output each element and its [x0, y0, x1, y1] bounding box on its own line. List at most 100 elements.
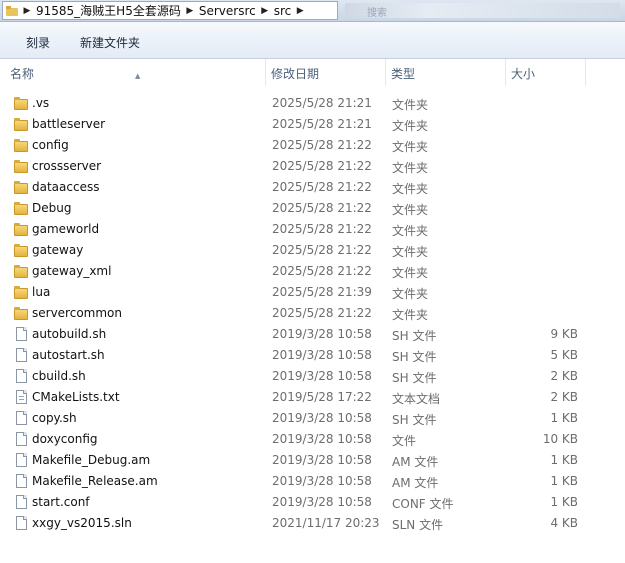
file-type: SH 文件 — [392, 413, 437, 427]
address-bar: ▶ 91585_海贼王H5全套源码 ▶ Serversrc ▶ src ▶ 搜索 — [0, 0, 625, 22]
file-date: 2019/3/28 10:58 — [272, 495, 372, 509]
file-name: start.conf — [32, 495, 90, 509]
file-name: Makefile_Debug.am — [32, 453, 151, 467]
file-name: copy.sh — [32, 411, 77, 425]
folder-icon — [14, 263, 30, 279]
file-list: .vs 2025/5/28 21:21 文件夹 battleserver 2025/5/… — [0, 93, 625, 534]
file-type: AM 文件 — [392, 455, 439, 469]
file-type: SH 文件 — [392, 329, 437, 343]
file-row[interactable]: autobuild.sh 2019/3/28 10:58 SH 文件 9 KB — [0, 324, 625, 345]
chevron-right-icon[interactable]: ▶ — [183, 6, 197, 16]
file-size: 2 KB — [550, 369, 578, 383]
folder-icon — [14, 284, 30, 300]
file-date: 2025/5/28 21:21 — [272, 117, 372, 131]
file-row[interactable]: gameworld 2025/5/28 21:22 文件夹 — [0, 219, 625, 240]
breadcrumb-item-serversrc[interactable]: Serversrc — [197, 4, 258, 18]
file-size: 1 KB — [550, 453, 578, 467]
column-header-size[interactable]: 大小 — [506, 59, 586, 86]
file-row[interactable]: servercommon 2025/5/28 21:22 文件夹 — [0, 303, 625, 324]
file-row[interactable]: crossserver 2025/5/28 21:22 文件夹 — [0, 156, 625, 177]
breadcrumb-item-root[interactable]: 91585_海贼王H5全套源码 — [34, 2, 183, 19]
file-row[interactable]: dataaccess 2025/5/28 21:22 文件夹 — [0, 177, 625, 198]
file-size: 10 KB — [542, 432, 578, 446]
file-row[interactable]: autostart.sh 2019/3/28 10:58 SH 文件 5 KB — [0, 345, 625, 366]
file-row[interactable]: doxyconfig 2019/3/28 10:58 文件 10 KB — [0, 429, 625, 450]
breadcrumb-item-src[interactable]: src — [272, 4, 294, 18]
file-row[interactable]: lua 2025/5/28 21:39 文件夹 — [0, 282, 625, 303]
file-size: 2 KB — [550, 390, 578, 404]
burn-button[interactable]: 刻录 — [22, 32, 54, 53]
breadcrumb[interactable]: ▶ 91585_海贼王H5全套源码 ▶ Serversrc ▶ src ▶ — [2, 1, 338, 20]
file-date: 2019/3/28 10:58 — [272, 453, 372, 467]
file-icon — [14, 410, 30, 426]
file-row[interactable]: CMakeLists.txt 2019/5/28 17:22 文本文档 2 KB — [0, 387, 625, 408]
file-name: gameworld — [32, 222, 100, 236]
column-header-name[interactable]: 名称 ▲ — [5, 59, 266, 86]
folder-icon — [14, 137, 30, 153]
column-header-type[interactable]: 类型 — [386, 59, 506, 86]
new-folder-button[interactable]: 新建文件夹 — [76, 32, 144, 53]
file-row[interactable]: Debug 2025/5/28 21:22 文件夹 — [0, 198, 625, 219]
file-size: 5 KB — [550, 348, 578, 362]
file-date: 2019/3/28 10:58 — [272, 411, 372, 425]
search-box[interactable]: 搜索 — [345, 3, 620, 19]
file-type: 文件夹 — [392, 140, 429, 154]
folder-icon — [14, 305, 30, 321]
file-type: AM 文件 — [392, 476, 439, 490]
file-date: 2019/5/28 17:22 — [272, 390, 372, 404]
file-row[interactable]: cbuild.sh 2019/3/28 10:58 SH 文件 2 KB — [0, 366, 625, 387]
file-date: 2025/5/28 21:21 — [272, 96, 372, 110]
chevron-right-icon[interactable]: ▶ — [20, 6, 34, 16]
file-type: 文件夹 — [392, 119, 429, 133]
file-name: Makefile_Release.am — [32, 474, 158, 488]
folder-icon — [14, 221, 30, 237]
file-date: 2019/3/28 10:58 — [272, 432, 372, 446]
file-name: battleserver — [32, 117, 106, 131]
file-date: 2019/3/28 10:58 — [272, 327, 372, 341]
folder-icon — [14, 158, 30, 174]
file-type: 文件夹 — [392, 224, 429, 238]
file-type: 文件夹 — [392, 266, 429, 280]
column-header-date[interactable]: 修改日期 — [266, 59, 386, 86]
file-name: doxyconfig — [32, 432, 98, 446]
column-headers: 名称 ▲ 修改日期 类型 大小 — [0, 59, 625, 86]
file-name: gateway_xml — [32, 264, 112, 278]
file-icon — [14, 326, 30, 342]
file-type: 文件夹 — [392, 203, 429, 217]
file-date: 2025/5/28 21:39 — [272, 285, 372, 299]
file-size: 4 KB — [550, 516, 578, 530]
file-row[interactable]: .vs 2025/5/28 21:21 文件夹 — [0, 93, 625, 114]
file-row[interactable]: Makefile_Debug.am 2019/3/28 10:58 AM 文件 1 K… — [0, 450, 625, 471]
file-name: config — [32, 138, 69, 152]
file-row[interactable]: copy.sh 2019/3/28 10:58 SH 文件 1 KB — [0, 408, 625, 429]
file-name: Debug — [32, 201, 72, 215]
file-row[interactable]: config 2025/5/28 21:22 文件夹 — [0, 135, 625, 156]
file-type: 文件夹 — [392, 98, 429, 112]
file-type: 文件夹 — [392, 182, 429, 196]
folder-icon — [14, 242, 30, 258]
file-name: cbuild.sh — [32, 369, 86, 383]
file-row[interactable]: Makefile_Release.am 2019/3/28 10:58 AM 文件 1… — [0, 471, 625, 492]
file-row[interactable]: xxgy_vs2015.sln 2021/11/17 20:23 SLN 文件 4 K… — [0, 513, 625, 534]
column-header-date-label: 修改日期 — [271, 67, 320, 81]
chevron-right-icon[interactable]: ▶ — [258, 6, 272, 16]
column-header-type-label: 类型 — [391, 67, 416, 81]
file-icon — [14, 515, 30, 531]
file-row[interactable]: start.conf 2019/3/28 10:58 CONF 文件 1 KB — [0, 492, 625, 513]
file-date: 2025/5/28 21:22 — [272, 138, 372, 152]
file-row[interactable]: gateway 2025/5/28 21:22 文件夹 — [0, 240, 625, 261]
file-name: xxgy_vs2015.sln — [32, 516, 132, 530]
file-row[interactable]: battleserver 2025/5/28 21:21 文件夹 — [0, 114, 625, 135]
file-type: 文件夹 — [392, 245, 429, 259]
file-name: dataaccess — [32, 180, 100, 194]
file-date: 2025/5/28 21:22 — [272, 222, 372, 236]
file-icon — [14, 494, 30, 510]
chevron-right-icon[interactable]: ▶ — [293, 6, 307, 16]
file-type: SLN 文件 — [392, 518, 444, 532]
folder-icon — [14, 116, 30, 132]
search-placeholder: 搜索 — [367, 8, 387, 19]
file-row[interactable]: gateway_xml 2025/5/28 21:22 文件夹 — [0, 261, 625, 282]
file-name: gateway — [32, 243, 84, 257]
folder-icon — [14, 200, 30, 216]
file-date: 2019/3/28 10:58 — [272, 369, 372, 383]
